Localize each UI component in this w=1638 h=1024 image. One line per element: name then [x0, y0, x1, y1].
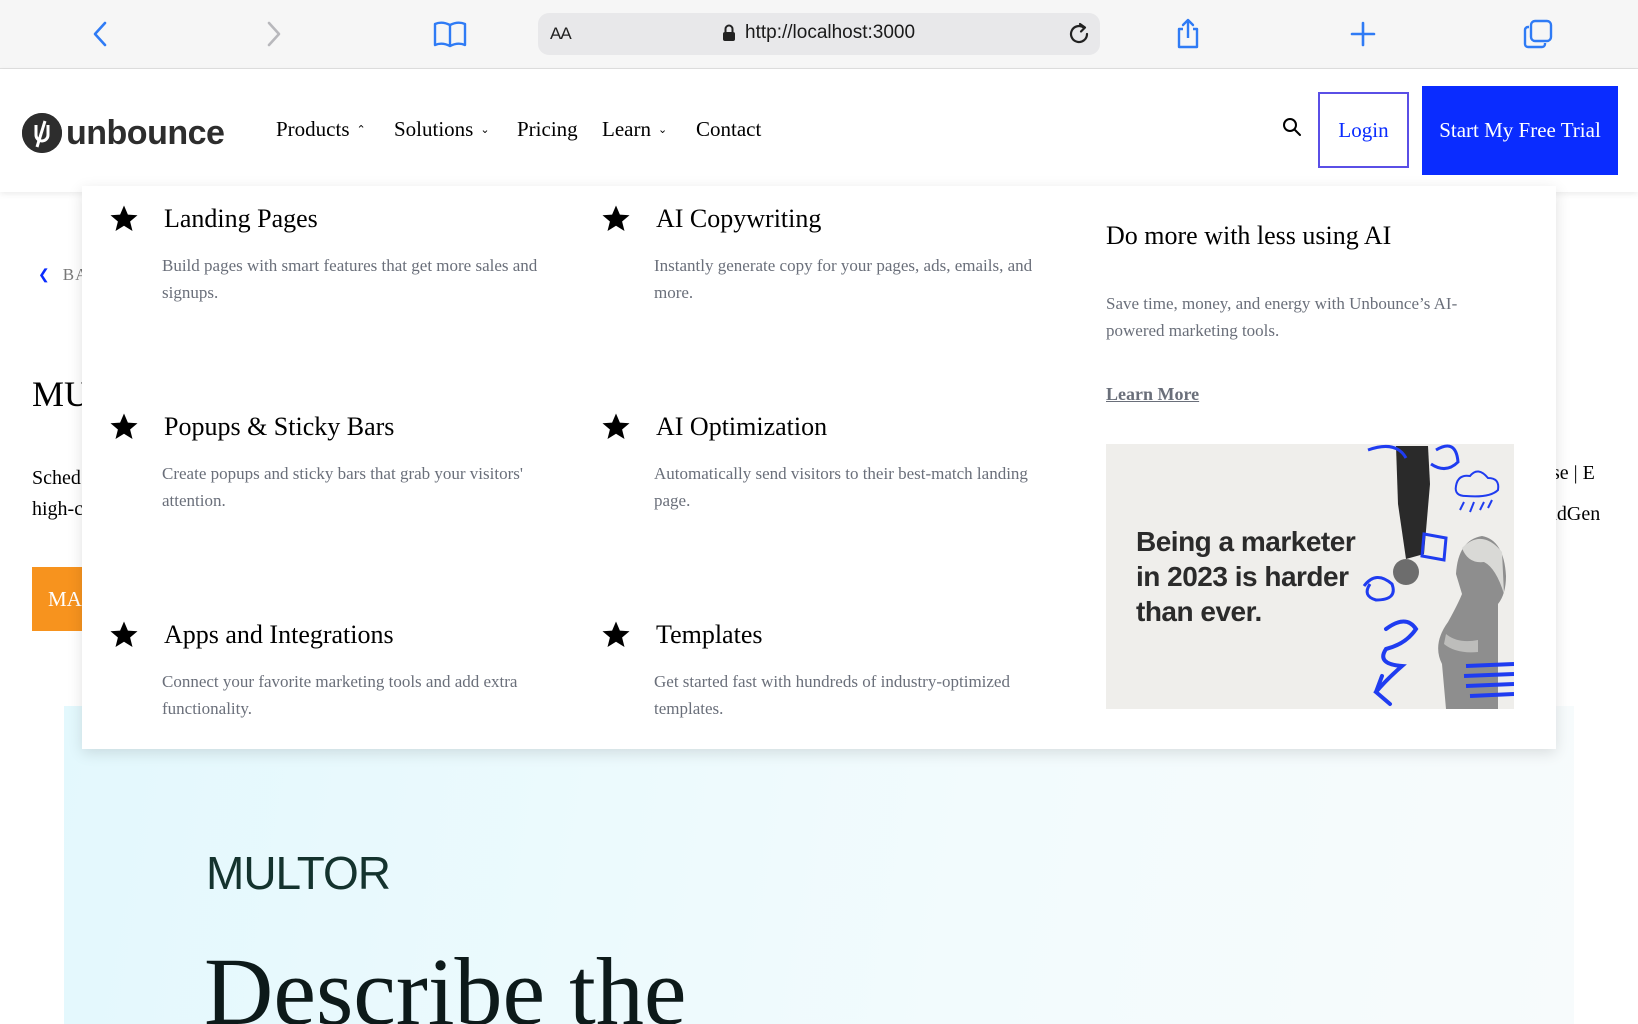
menu-item-description: Get started fast with hundreds of indust… [654, 672, 1010, 718]
share-icon[interactable] [1168, 14, 1208, 54]
nav-pricing[interactable]: Pricing [517, 117, 578, 142]
marketer-illustration [1362, 444, 1514, 709]
star-icon [602, 621, 630, 647]
star-icon [110, 413, 138, 439]
page-description-line: se | E [1552, 462, 1595, 484]
star-icon [110, 205, 138, 231]
menu-item-description: Create popups and sticky bars that grab … [162, 464, 523, 510]
chevron-down-icon: ⌄ [657, 124, 668, 136]
menu-item-title: Apps and Integrations [164, 620, 394, 649]
unbounce-logo[interactable]: unbounce [22, 113, 225, 153]
nav-label: Products [276, 117, 350, 141]
hero-heading: Describe the [204, 938, 687, 1024]
new-tab-icon[interactable] [1343, 14, 1383, 54]
nav-label: Learn [602, 117, 651, 141]
nav-contact[interactable]: Contact [696, 117, 761, 142]
nav-solutions[interactable]: Solutions ⌄ [394, 117, 490, 142]
page-description-line: Sched [32, 467, 81, 489]
bookmarks-icon[interactable] [430, 14, 470, 54]
menu-item-title: Landing Pages [164, 204, 318, 233]
menu-item-description: Connect your favorite marketing tools an… [162, 672, 518, 718]
learn-more-link[interactable]: Learn More [1106, 384, 1199, 405]
back-link[interactable]: ❮ BA [38, 265, 88, 285]
reload-icon[interactable] [1066, 21, 1092, 52]
lock-icon [722, 24, 736, 47]
login-button[interactable]: Login [1318, 92, 1409, 168]
reader-options-button[interactable]: AA [550, 24, 572, 44]
star-icon [602, 205, 630, 231]
menu-item-description: Build pages with smart features that get… [162, 256, 538, 302]
nav-products[interactable]: Products ⌃ [276, 117, 366, 142]
tabs-icon[interactable] [1518, 14, 1558, 54]
nav-label: Pricing [517, 117, 578, 141]
logo-text: unbounce [66, 113, 225, 152]
site-header: unbounce Products ⌃ Solutions ⌄ Pricing … [0, 69, 1638, 192]
start-free-trial-button[interactable]: Start My Free Trial [1422, 86, 1618, 175]
url-text: http://localhost:3000 [745, 22, 916, 43]
unbounce-logo-icon [22, 113, 62, 153]
address-bar[interactable]: AA http://localhost:3000 [538, 13, 1100, 55]
menu-item-title: AI Optimization [656, 412, 828, 441]
back-icon[interactable] [80, 14, 120, 54]
promo-image[interactable]: Being a marketer in 2023 is harder than … [1106, 444, 1514, 709]
multor-logo: MULTOR [206, 847, 391, 899]
forward-icon[interactable] [254, 14, 294, 54]
search-icon[interactable] [1282, 117, 1302, 142]
menu-item-title: Templates [656, 620, 763, 649]
menu-item-description: Automatically send visitors to their bes… [654, 464, 1028, 510]
nav-label: Solutions [394, 117, 474, 141]
browser-toolbar: AA http://localhost:3000 [0, 0, 1638, 69]
star-icon [110, 621, 138, 647]
chevron-up-icon: ⌃ [356, 124, 366, 136]
promo-title: Do more with less using AI [1106, 221, 1392, 250]
star-icon [602, 413, 630, 439]
menu-item-description: Instantly generate copy for your pages, … [654, 256, 1033, 302]
menu-item-title: Popups & Sticky Bars [164, 412, 395, 441]
menu-item-title: AI Copywriting [656, 204, 822, 233]
chevron-down-icon: ⌄ [480, 124, 490, 136]
chevron-left-icon: ❮ [38, 267, 51, 283]
promo-description: Save time, money, and energy with Unboun… [1106, 294, 1458, 340]
page-description-line: high-c [32, 498, 84, 520]
products-mega-menu: Landing Pages Build pages with smart fea… [82, 186, 1556, 749]
nav-label: Contact [696, 117, 762, 141]
hero-section: MULTOR Describe the [64, 706, 1574, 1024]
nav-learn[interactable]: Learn ⌄ [602, 117, 667, 142]
